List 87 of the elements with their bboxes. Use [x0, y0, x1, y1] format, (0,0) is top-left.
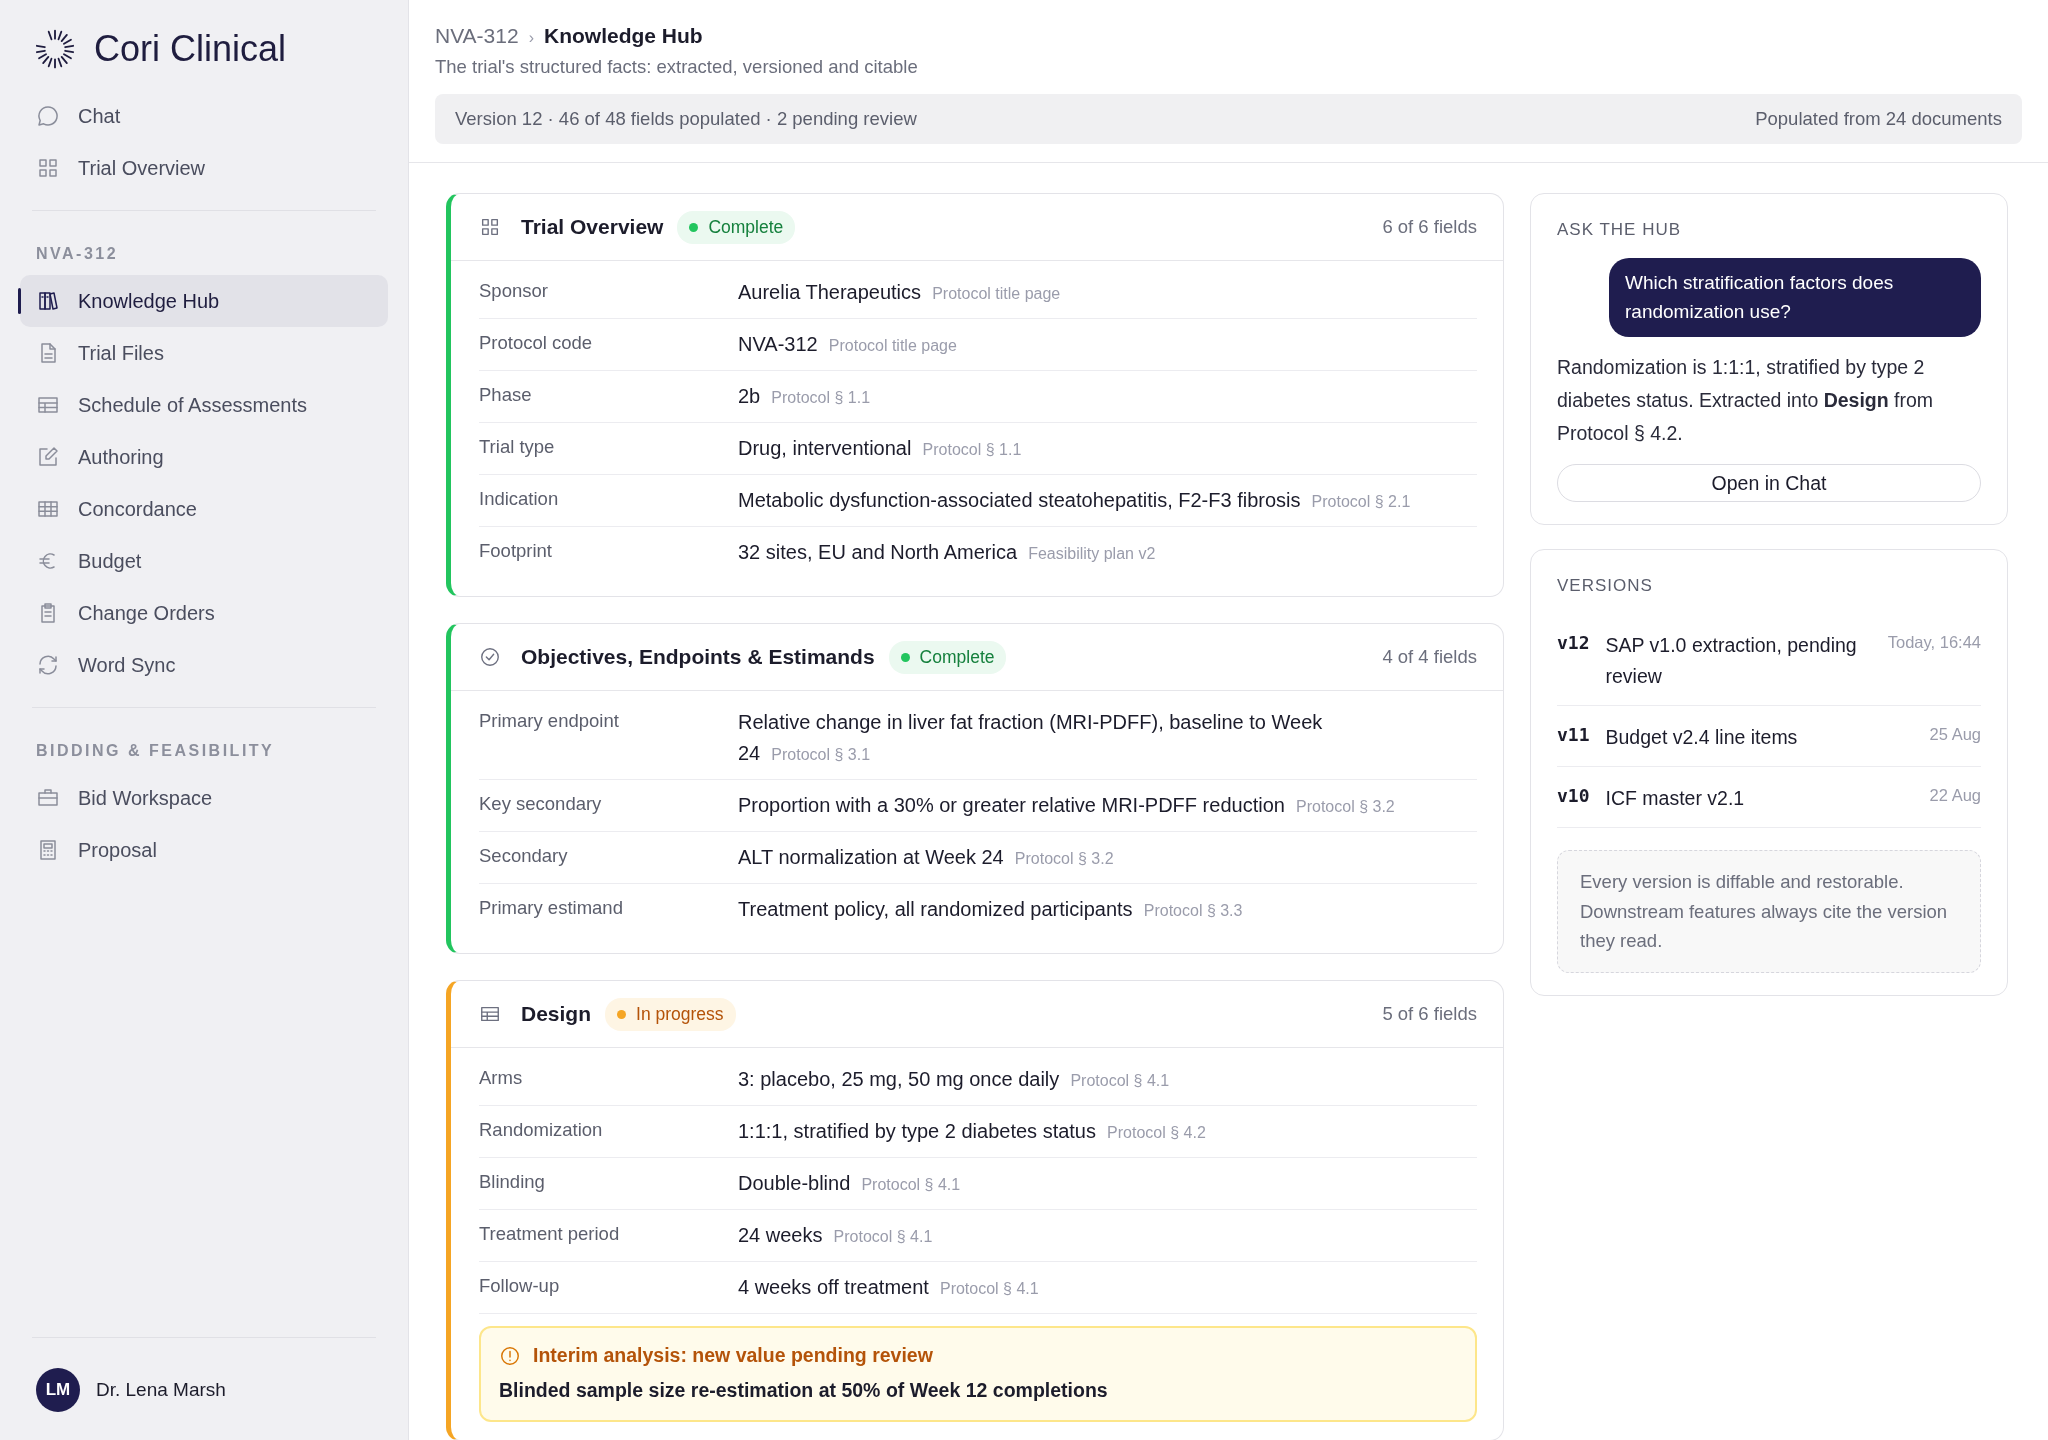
nav-item[interactable]: Authoring [20, 431, 388, 483]
field-value: Proportion with a 30% or greater relative MRI-PDFF reduction Protocol § 3.2 [738, 793, 1395, 818]
version-title: SAP v1.0 extraction, pending review [1605, 633, 1858, 689]
field-label: Trial type [479, 435, 556, 459]
field-value: Double-blind Protocol § 4.1 [738, 1171, 961, 1196]
nav-item[interactable]: Word Sync [20, 639, 388, 691]
nav-item[interactable]: Proposal [20, 824, 388, 876]
version-number: v12 [1557, 631, 1590, 654]
section-label: BIDDING & FEASIBILITY [35, 741, 276, 761]
field-label: Primary estimand [479, 896, 624, 920]
section-title: Design [521, 1002, 591, 1026]
field-value: Metabolic dysfunction-associated steatohepatitis, F2-F3 fibrosis Protocol § 2.1 [738, 488, 1411, 513]
field-value: 24 weeks Protocol § 4.1 [738, 1223, 933, 1248]
status-pill: In progress [605, 997, 736, 1031]
nav-item[interactable]: Schedule of Assessments [20, 379, 388, 431]
grid-icon [479, 216, 501, 238]
info-note: Every version is diffable and restorable. Downstream features always cite the version they read. [1557, 850, 1981, 973]
answer-text: Randomization is 1:1:1, stratified by type 2 diabetes status. Extracted into Design from Protocol § 4.2. [1557, 354, 1935, 447]
section-title: Trial Overview [521, 215, 664, 239]
field-value: 1:1:1, stratified by type 2 diabetes status Protocol § 4.2 [738, 1119, 1206, 1144]
field-label: Phase [479, 383, 533, 407]
nav-item[interactable]: Knowledge Hub [20, 275, 388, 327]
speech-bubble-icon [36, 104, 60, 128]
status-pill: Complete [888, 640, 1007, 674]
field-value: 4 weeks off treatment Protocol § 4.1 [738, 1275, 1039, 1300]
section-title: Objectives, Endpoints & Estimands [521, 645, 875, 669]
field-value: Drug, interventional Protocol § 1.1 [738, 436, 1022, 461]
field-label: Randomization [479, 1118, 604, 1142]
field-label: Sponsor [479, 279, 549, 303]
field-label: Blinding [479, 1170, 546, 1194]
check-circle-icon [479, 646, 501, 668]
version-title: ICF master v2.1 [1605, 785, 1746, 811]
version-number: v11 [1557, 722, 1590, 745]
field-value: 3: placebo, 25 mg, 50 mg once daily Protocol § 4.1 [738, 1067, 1170, 1092]
field-count: 5 of 6 fields [1382, 1003, 1477, 1025]
info-circle-icon [499, 1344, 521, 1367]
field-label: Treatment period [479, 1222, 621, 1246]
field-value: 32 sites, EU and North America Feasibility plan v2 [738, 540, 1156, 565]
field-value: Aurelia Therapeutics Protocol title page [738, 280, 1061, 305]
open-in-chat-button[interactable]: Open in Chat [1557, 464, 1981, 503]
field-label: Follow-up [479, 1274, 561, 1298]
nav-item[interactable]: Budget [20, 535, 388, 587]
nav-item[interactable]: Concordance [20, 483, 388, 535]
field-count: 4 of 4 fields [1382, 646, 1477, 668]
field-count: 6 of 6 fields [1382, 216, 1477, 238]
version-date: 22 Aug [1929, 784, 1981, 805]
field-label: Protocol code [479, 331, 594, 355]
source-count: Populated from 24 documents [1755, 108, 2002, 130]
nav-item[interactable]: Trial Files [20, 327, 388, 379]
version-number: v10 [1557, 783, 1590, 806]
field-value: 2b Protocol § 1.1 [738, 384, 871, 409]
field-label: Arms [479, 1066, 524, 1090]
alert-title: Interim analysis: new value pending review [533, 1344, 933, 1367]
field-label: Secondary [479, 844, 569, 868]
field-label: Footprint [479, 539, 553, 563]
page-title: Knowledge Hub [544, 24, 703, 48]
brand-name: Cori Clinical [94, 28, 287, 70]
sync-icon [36, 653, 60, 677]
nav-item[interactable]: Chat [20, 90, 388, 142]
field-value: NVA-312 Protocol title page [738, 332, 957, 357]
status-pill: Complete [677, 210, 796, 244]
alert-detail: Blinded sample size re-estimation at 50% of Week 12 completions [499, 1379, 1109, 1402]
nav-item[interactable]: Bid Workspace [20, 772, 388, 824]
version-title: Budget v2.4 line items [1605, 724, 1799, 750]
section-label: NVA-312 [35, 244, 120, 264]
books-icon [36, 289, 60, 313]
version-date: Today, 16:44 [1887, 632, 1981, 653]
avatar[interactable]: LM [36, 1368, 80, 1412]
summary-text: Version 12 · 46 of 48 fields populated · 2 pending review [455, 108, 917, 130]
field-value: ALT normalization at Week 24 Protocol § 3.2 [738, 845, 1114, 870]
version-date: 25 Aug [1929, 723, 1981, 744]
nav-item[interactable]: Change Orders [20, 587, 388, 639]
field-value: Relative change in liver fat fraction (MRI-PDFF), baseline to Week 24 Protocol § 3.1 [738, 710, 1324, 766]
panel-heading: ASK THE HUB [1557, 220, 1683, 240]
field-label: Key secondary [479, 792, 603, 816]
pencil-square-icon [36, 445, 60, 469]
page-subtitle: The trial's structured facts: extracted, versioned and citable [435, 56, 919, 78]
question-bubble: Which stratification factors does randomization use? [1609, 258, 1981, 337]
breadcrumb-link[interactable]: NVA-312 [435, 24, 519, 48]
field-label: Primary endpoint [479, 709, 620, 733]
nav-item[interactable]: Trial Overview [20, 142, 388, 194]
grid-icon [36, 156, 60, 180]
breadcrumb-separator: › [528, 29, 534, 47]
field-label: Indication [479, 487, 560, 511]
user-name: Dr. Lena Marsh [96, 1379, 226, 1401]
panel-heading: VERSIONS [1557, 576, 1654, 597]
field-value: Treatment policy, all randomized participants Protocol § 3.3 [738, 897, 1243, 922]
